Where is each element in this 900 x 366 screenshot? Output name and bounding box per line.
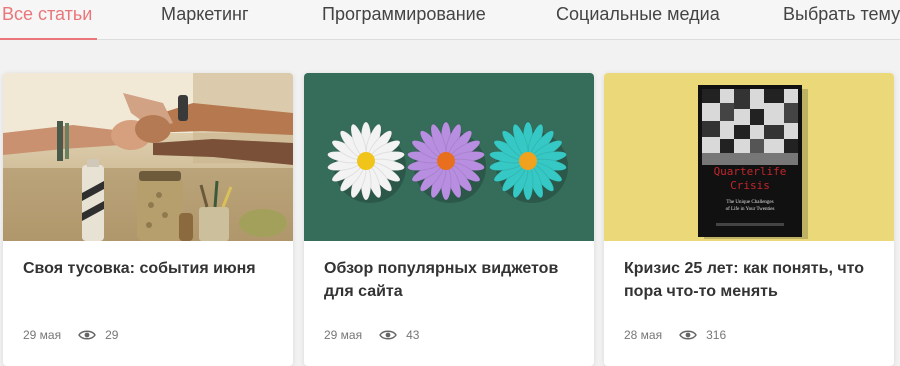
eye-icon (379, 329, 397, 341)
article-card[interactable]: Своя тусовка: события июня 29 мая 29 (3, 73, 293, 366)
article-meta: 29 мая 29 (23, 327, 118, 343)
view-count: 43 (406, 328, 420, 342)
article-date: 28 мая (624, 328, 663, 342)
article-card[interactable]: Quarterlife Crisis The Unique Challenges… (604, 73, 894, 366)
tab-marketing[interactable]: Маркетинг (161, 4, 249, 24)
article-date: 29 мая (324, 328, 363, 342)
eye-icon (78, 329, 96, 341)
purple-daisy (407, 121, 486, 203)
article-title[interactable]: Кризис 25 лет: как понять, что пора что-… (624, 257, 874, 303)
teal-daisy (489, 121, 568, 203)
tab-all-articles[interactable]: Все статьи (2, 4, 92, 24)
view-count: 29 (105, 328, 119, 342)
article-card[interactable]: Обзор популярных виджетов для сайта 29 м… (304, 73, 594, 366)
tab-social-media[interactable]: Социальные медиа (556, 4, 720, 24)
article-title[interactable]: Своя тусовка: события июня (23, 257, 273, 280)
category-tabs: Все статьи Маркетинг Программирование Со… (0, 0, 900, 40)
eye-icon (679, 329, 697, 341)
article-date: 29 мая (23, 328, 62, 342)
tab-choose-topic[interactable]: Выбрать тему (783, 4, 900, 24)
active-tab-indicator (0, 38, 97, 40)
daisy-flowers-photo[interactable] (304, 73, 594, 241)
tab-programming[interactable]: Программирование (322, 4, 486, 24)
book-title-line1: Quarterlife (714, 165, 787, 178)
meeting-hands-photo[interactable] (3, 73, 293, 241)
white-daisy (327, 121, 406, 203)
article-title[interactable]: Обзор популярных виджетов для сайта (324, 257, 574, 303)
book-title-line2: Crisis (730, 179, 770, 192)
article-meta: 28 мая 316 (624, 327, 726, 343)
book-subtitle-line2: of Life in Your Twenties (726, 207, 775, 212)
book-subtitle-line1: The Unique Challenges (726, 200, 773, 205)
view-count: 316 (706, 328, 727, 342)
quarterlife-crisis-book-photo[interactable]: Quarterlife Crisis The Unique Challenges… (604, 73, 894, 241)
article-meta: 29 мая 43 (324, 327, 419, 343)
